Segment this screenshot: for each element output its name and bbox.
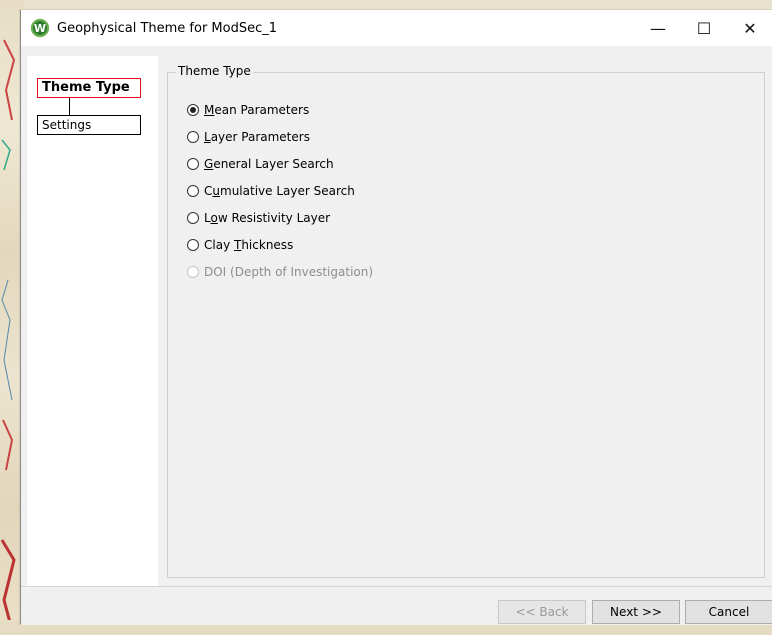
step-theme-type[interactable]: Theme Type bbox=[37, 78, 141, 98]
option-general-layer-search[interactable]: General Layer Search bbox=[187, 155, 334, 173]
label-mean-parameters: Mean Parameters bbox=[204, 103, 310, 117]
label-general-layer-search: General Layer Search bbox=[204, 157, 334, 171]
cancel-button[interactable]: Cancel bbox=[685, 600, 772, 624]
label-doi: DOI (Depth of Investigation) bbox=[204, 265, 374, 279]
minimize-button[interactable]: — bbox=[635, 10, 681, 46]
radio-low-resistivity-layer[interactable] bbox=[187, 212, 199, 224]
label-cumulative-layer-search: Cumulative Layer Search bbox=[204, 184, 355, 198]
radio-general-layer-search[interactable] bbox=[187, 158, 199, 170]
radio-layer-parameters[interactable] bbox=[187, 131, 199, 143]
window-title: Geophysical Theme for ModSec_1 bbox=[57, 20, 278, 36]
radio-mean-parameters[interactable] bbox=[187, 104, 199, 116]
option-mean-parameters[interactable]: Mean Parameters bbox=[187, 101, 309, 119]
option-low-resistivity-layer[interactable]: Low Resistivity Layer bbox=[187, 209, 330, 227]
maximize-button[interactable]: ☐ bbox=[681, 10, 727, 46]
back-button[interactable]: << Back bbox=[498, 600, 586, 624]
option-cumulative-layer-search[interactable]: Cumulative Layer Search bbox=[187, 182, 355, 200]
dialog-window: W Geophysical Theme for ModSec_1 — ☐ ✕ T… bbox=[20, 10, 772, 625]
radio-clay-thickness[interactable] bbox=[187, 239, 199, 251]
label-clay-thickness: Clay Thickness bbox=[204, 238, 294, 252]
option-clay-thickness[interactable]: Clay Thickness bbox=[187, 236, 293, 254]
theme-type-group: Theme Type Mean Parameters Layer Paramet… bbox=[167, 64, 765, 578]
dialog-footer: << Back Next >> Cancel bbox=[21, 586, 772, 625]
step-settings[interactable]: Settings bbox=[37, 115, 141, 135]
label-layer-parameters: Layer Parameters bbox=[204, 130, 310, 144]
close-button[interactable]: ✕ bbox=[727, 10, 772, 46]
dialog-content: Theme Type Settings Theme Type Mean Para… bbox=[21, 46, 772, 592]
label-low-resistivity-layer: Low Resistivity Layer bbox=[204, 211, 331, 225]
wizard-step-tree: Theme Type Settings bbox=[27, 56, 158, 592]
option-layer-parameters[interactable]: Layer Parameters bbox=[187, 128, 310, 146]
next-button[interactable]: Next >> bbox=[592, 600, 680, 624]
title-bar[interactable]: W Geophysical Theme for ModSec_1 — ☐ ✕ bbox=[21, 10, 772, 46]
radio-doi bbox=[187, 266, 199, 278]
tree-connector bbox=[69, 98, 70, 115]
app-logo-icon: W bbox=[31, 19, 49, 37]
radio-cumulative-layer-search[interactable] bbox=[187, 185, 199, 197]
option-doi: DOI (Depth of Investigation) bbox=[187, 263, 373, 281]
group-title: Theme Type bbox=[176, 64, 253, 78]
